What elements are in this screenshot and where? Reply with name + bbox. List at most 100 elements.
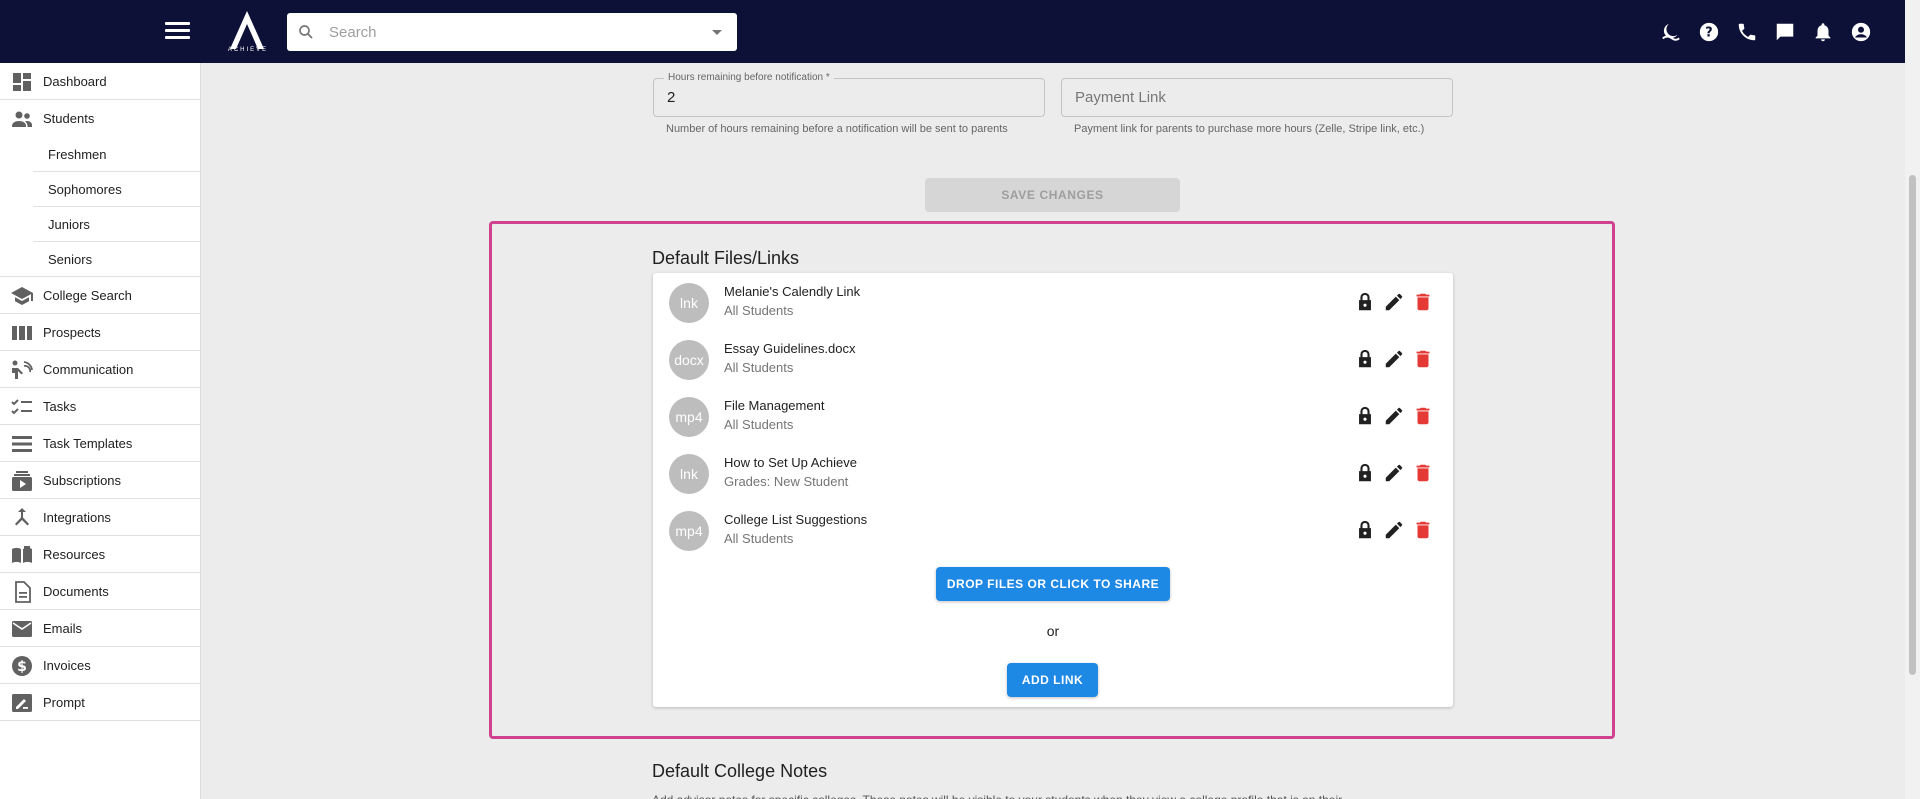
checklist-icon [11, 399, 32, 415]
lock-icon[interactable] [1354, 405, 1376, 427]
menu-icon[interactable] [165, 19, 190, 44]
default-college-notes-description: Add advisor notes for specific colleges.… [652, 793, 1452, 799]
lock-icon[interactable] [1354, 348, 1376, 370]
file-name: How to Set Up Achieve [724, 455, 857, 470]
sidebar: Dashboard Students Freshmen Sophomores J… [0, 63, 201, 799]
default-files-title: Default Files/Links [652, 248, 800, 268]
sidebar-item-freshmen[interactable]: Freshmen [33, 137, 200, 172]
hours-remaining-label: Hours remaining before notification * [664, 72, 834, 83]
sidebar-item-students[interactable]: Students [0, 100, 200, 137]
people-icon [12, 111, 32, 127]
sidebar-item-prospects[interactable]: Prospects [0, 314, 200, 351]
sidebar-item-resources[interactable]: Resources [0, 536, 200, 573]
edit-icon[interactable] [1383, 291, 1405, 313]
file-type-avatar: lnk [669, 283, 709, 323]
or-divider-text: or [1046, 623, 1060, 639]
communication-icon [12, 360, 33, 379]
sidebar-item-seniors[interactable]: Seniors [0, 242, 200, 277]
file-type-avatar: lnk [669, 454, 709, 494]
delete-icon[interactable] [1412, 405, 1434, 427]
sidebar-item-sophomores[interactable]: Sophomores [33, 172, 200, 207]
help-icon[interactable]: ? [1696, 19, 1722, 45]
drop-files-button[interactable]: DROP FILES OR CLICK TO SHARE [936, 567, 1170, 601]
sidebar-item-invoices[interactable]: $ Invoices [0, 647, 200, 684]
list-item[interactable]: lnk How to Set Up Achieve Grades: New St… [653, 444, 1453, 501]
default-college-notes-title: Default College Notes [652, 761, 828, 781]
payment-link-placeholder[interactable]: Payment Link [1075, 89, 1166, 106]
sidebar-item-integrations[interactable]: Integrations [0, 499, 200, 536]
sidebar-item-juniors[interactable]: Juniors [33, 207, 200, 242]
logo-text: ACHIEVE [227, 47, 269, 53]
file-audience: Grades: New Student [724, 474, 849, 489]
sidebar-item-prompt[interactable]: Prompt [0, 684, 200, 721]
sidebar-item-tasks[interactable]: Tasks [0, 388, 200, 425]
file-name: File Management [724, 398, 825, 413]
page-scrollbar[interactable] [1905, 0, 1920, 799]
sidebar-item-college-search[interactable]: College Search [0, 277, 200, 314]
file-name: Melanie's Calendly Link [724, 284, 861, 299]
book-icon [12, 546, 32, 563]
sidebar-item-documents[interactable]: Documents [0, 573, 200, 610]
hours-remaining-value[interactable]: 2 [667, 89, 675, 106]
prompt-icon [12, 694, 32, 712]
delete-icon[interactable] [1412, 291, 1434, 313]
default-files-card: lnk Melanie's Calendly Link All Students… [653, 273, 1453, 707]
lock-icon[interactable] [1354, 462, 1376, 484]
list-item[interactable]: mp4 College List Suggestions All Student… [653, 501, 1453, 558]
document-icon [15, 581, 31, 603]
edit-icon[interactable] [1383, 405, 1405, 427]
delete-icon[interactable] [1412, 348, 1434, 370]
sidebar-item-communication[interactable]: Communication [0, 351, 200, 388]
search-box[interactable] [287, 13, 737, 51]
list-icon [12, 436, 32, 452]
top-app-bar: ACHIEVE ? [0, 0, 1905, 63]
file-name: College List Suggestions [724, 512, 868, 527]
list-item[interactable]: mp4 File Management All Students [653, 387, 1453, 444]
lock-icon[interactable] [1354, 519, 1376, 541]
file-name: Essay Guidelines.docx [724, 341, 856, 356]
scrollbar-thumb[interactable] [1909, 175, 1916, 675]
file-audience: All Students [724, 531, 794, 546]
save-changes-button[interactable]: SAVE CHANGES [925, 178, 1180, 212]
search-icon [299, 25, 313, 39]
dashboard-icon [13, 73, 31, 91]
merge-icon [15, 508, 29, 526]
sidebar-item-emails[interactable]: Emails [0, 610, 200, 647]
search-input[interactable] [329, 13, 689, 51]
hours-remaining-field[interactable]: Hours remaining before notification * 2 [653, 72, 1045, 117]
sidebar-item-subscriptions[interactable]: Subscriptions [0, 462, 200, 499]
hours-remaining-helper: Number of hours remaining before a notif… [666, 123, 1008, 135]
chat-icon[interactable] [1772, 19, 1798, 45]
sidebar-item-task-templates[interactable]: Task Templates [0, 425, 200, 462]
file-type-avatar: docx [669, 340, 709, 380]
bell-icon[interactable] [1810, 19, 1836, 45]
file-audience: All Students [724, 417, 794, 432]
file-audience: All Students [724, 303, 794, 318]
mail-icon [12, 621, 32, 637]
svg-text:?: ? [1705, 26, 1712, 41]
payment-link-helper: Payment link for parents to purchase mor… [1074, 123, 1425, 135]
payment-link-field[interactable]: Payment Link [1061, 78, 1453, 117]
lock-icon[interactable] [1354, 291, 1376, 313]
list-item[interactable]: lnk Melanie's Calendly Link All Students [653, 273, 1453, 330]
edit-icon[interactable] [1383, 348, 1405, 370]
subscriptions-icon [12, 471, 32, 491]
file-type-avatar: mp4 [669, 511, 709, 551]
svg-text:$: $ [17, 659, 27, 675]
file-type-avatar: mp4 [669, 397, 709, 437]
sidebar-item-dashboard[interactable]: Dashboard [0, 63, 200, 100]
edit-icon[interactable] [1383, 462, 1405, 484]
columns-icon [12, 326, 32, 340]
delete-icon[interactable] [1412, 462, 1434, 484]
chevron-down-icon[interactable] [712, 30, 722, 35]
account-circle-icon[interactable] [1848, 19, 1874, 45]
school-icon [11, 287, 33, 305]
file-audience: All Students [724, 360, 794, 375]
delete-icon[interactable] [1412, 519, 1434, 541]
list-item[interactable]: docx Essay Guidelines.docx All Students [653, 330, 1453, 387]
dollar-icon: $ [12, 656, 32, 676]
theme-toggle-icon[interactable] [1658, 19, 1684, 45]
edit-icon[interactable] [1383, 519, 1405, 541]
phone-icon[interactable] [1734, 19, 1760, 45]
add-link-button[interactable]: ADD LINK [1007, 663, 1098, 697]
